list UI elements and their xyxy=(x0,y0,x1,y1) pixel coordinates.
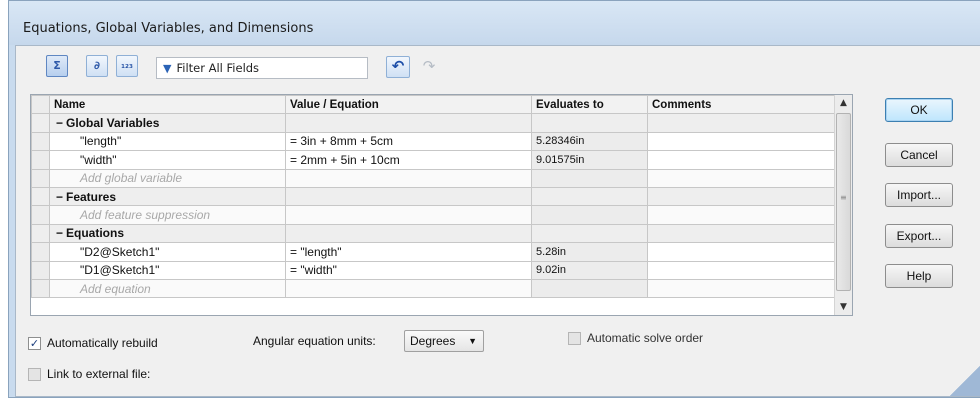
table-row[interactable]: "D2@Sketch1" = "length" 5.28in xyxy=(31,242,852,262)
auto-rebuild-checkbox[interactable]: ✓ xyxy=(28,337,41,350)
value-cell[interactable]: = "width" xyxy=(285,260,532,280)
scroll-up-icon[interactable]: ▲ xyxy=(835,95,852,111)
add-global-variable-placeholder[interactable]: Add global variable xyxy=(49,168,286,188)
ordered-view-button[interactable]: ₁₂₃ xyxy=(116,55,138,77)
angular-units-label: Angular equation units: xyxy=(253,334,376,348)
comment-cell[interactable] xyxy=(647,242,836,262)
collapse-icon[interactable]: − xyxy=(56,226,66,240)
export-button[interactable]: Export... xyxy=(885,224,953,248)
help-button[interactable]: Help xyxy=(885,264,953,288)
group-title: Global Variables xyxy=(66,116,160,131)
add-feature-suppression-placeholder[interactable]: Add feature suppression xyxy=(49,205,286,225)
table-row[interactable]: "D1@Sketch1" = "width" 9.02in xyxy=(31,260,852,280)
name-cell[interactable]: "D2@Sketch1" xyxy=(49,242,286,262)
vertical-scrollbar[interactable]: ▲ ≡ ▼ xyxy=(834,95,852,315)
collapse-icon[interactable]: − xyxy=(56,190,66,204)
scroll-down-icon[interactable]: ▼ xyxy=(835,299,852,315)
filter-field[interactable]: ▼ Filter All Fields xyxy=(156,57,368,79)
evaluates-cell: 5.28in xyxy=(531,242,648,262)
name-cell[interactable]: "D1@Sketch1" xyxy=(49,260,286,280)
equations-table: Name Value / Equation Evaluates to Comme… xyxy=(30,94,853,316)
link-external-checkbox[interactable] xyxy=(28,368,41,381)
evaluates-cell: 9.02in xyxy=(531,260,648,280)
column-header-comments[interactable]: Comments xyxy=(647,95,836,115)
redo-icon[interactable]: ↷ xyxy=(418,56,440,78)
equations-dialog: Equations, Global Variables, and Dimensi… xyxy=(8,0,980,398)
value-cell[interactable]: = "length" xyxy=(285,242,532,262)
name-cell[interactable]: "width" xyxy=(49,150,286,170)
table-row[interactable]: "width" = 2mm + 5in + 10cm 9.01575in xyxy=(31,150,852,170)
column-header-name[interactable]: Name xyxy=(49,95,286,115)
comment-cell[interactable] xyxy=(647,260,836,280)
add-global-variable-row[interactable]: Add global variable xyxy=(31,168,852,188)
value-cell[interactable]: = 3in + 8mm + 5cm xyxy=(285,131,532,152)
sketch-equation-view-button[interactable]: ∂ xyxy=(86,55,108,77)
evaluates-cell: 9.01575in xyxy=(531,150,648,170)
ok-button[interactable]: OK xyxy=(885,98,953,122)
equation-view-button[interactable]: Σ xyxy=(46,55,68,77)
link-external-label: Link to external file: xyxy=(47,367,151,381)
evaluates-cell: 5.28346in xyxy=(531,131,648,152)
dialog-title: Equations, Global Variables, and Dimensi… xyxy=(23,21,314,36)
group-row-equations[interactable]: − Equations xyxy=(31,223,852,244)
dialog-body: Σ ∂ ₁₂₃ ▼ Filter All Fields ↶ ↷ Name Val… xyxy=(15,45,980,397)
resize-grip[interactable] xyxy=(950,366,980,396)
table-row[interactable]: "length" = 3in + 8mm + 5cm 5.28346in xyxy=(31,131,852,152)
undo-icon[interactable]: ↶ xyxy=(386,56,410,78)
group-row-global-variables[interactable]: − Global Variables xyxy=(31,113,852,133)
filter-label: Filter All Fields xyxy=(176,61,260,75)
add-equation-placeholder[interactable]: Add equation xyxy=(49,278,286,299)
group-title: Equations xyxy=(66,226,125,241)
import-button[interactable]: Import... xyxy=(885,183,953,207)
scrollbar-thumb[interactable]: ≡ xyxy=(836,113,851,291)
cancel-button[interactable]: Cancel xyxy=(885,143,953,167)
auto-rebuild-label: Automatically rebuild xyxy=(47,336,158,350)
row-gutter xyxy=(31,95,50,115)
add-feature-suppression-row[interactable]: Add feature suppression xyxy=(31,205,852,225)
collapse-icon[interactable]: − xyxy=(56,116,66,130)
column-header-value[interactable]: Value / Equation xyxy=(285,95,532,115)
comment-cell[interactable] xyxy=(647,150,836,170)
name-cell[interactable]: "length" xyxy=(49,131,286,152)
group-title: Features xyxy=(66,189,117,204)
auto-solve-label: Automatic solve order xyxy=(587,331,704,345)
table-header: Name Value / Equation Evaluates to Comme… xyxy=(31,95,852,115)
value-cell[interactable]: = 2mm + 5in + 10cm xyxy=(285,150,532,170)
column-header-evaluates[interactable]: Evaluates to xyxy=(531,95,648,115)
add-equation-row[interactable]: Add equation xyxy=(31,278,852,299)
title-bar[interactable]: Equations, Global Variables, and Dimensi… xyxy=(9,1,980,45)
angular-units-select[interactable]: Degrees ▼ xyxy=(404,330,484,352)
group-row-features[interactable]: − Features xyxy=(31,186,852,207)
filter-icon: ▼ xyxy=(163,61,172,75)
chevron-down-icon: ▼ xyxy=(468,336,477,346)
grip-icon: ≡ xyxy=(840,193,847,202)
comment-cell[interactable] xyxy=(647,131,836,152)
auto-solve-checkbox[interactable] xyxy=(568,332,581,345)
angular-units-value: Degrees xyxy=(410,334,456,348)
